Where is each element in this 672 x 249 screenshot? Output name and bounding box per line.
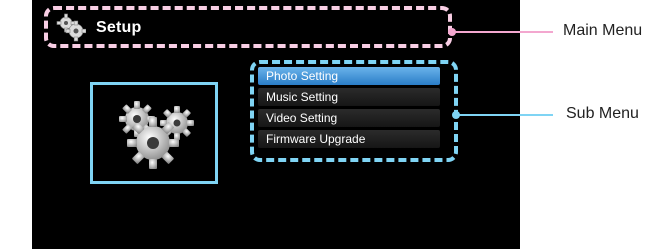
sub-menu-item-photo-setting[interactable]: Photo Setting xyxy=(258,67,440,85)
gears-icon xyxy=(119,101,194,169)
sub-menu-item-music-setting[interactable]: Music Setting xyxy=(258,88,440,106)
main-menu-title: Setup xyxy=(96,19,142,36)
sub-menu-callout-line xyxy=(459,114,553,116)
sub-menu-callout-label: Sub Menu xyxy=(566,105,639,122)
sub-menu-item-video-setting[interactable]: Video Setting xyxy=(258,109,440,127)
sub-menu: Photo Setting Music Setting Video Settin… xyxy=(258,67,440,148)
main-menu-callout-line xyxy=(455,31,553,33)
setup-preview-box xyxy=(90,82,218,184)
main-menu-bar[interactable]: Setup xyxy=(56,12,438,44)
main-menu-callout-label: Main Menu xyxy=(563,22,643,39)
sub-menu-item-firmware-upgrade[interactable]: Firmware Upgrade xyxy=(258,130,440,148)
gear-icon xyxy=(56,13,86,42)
